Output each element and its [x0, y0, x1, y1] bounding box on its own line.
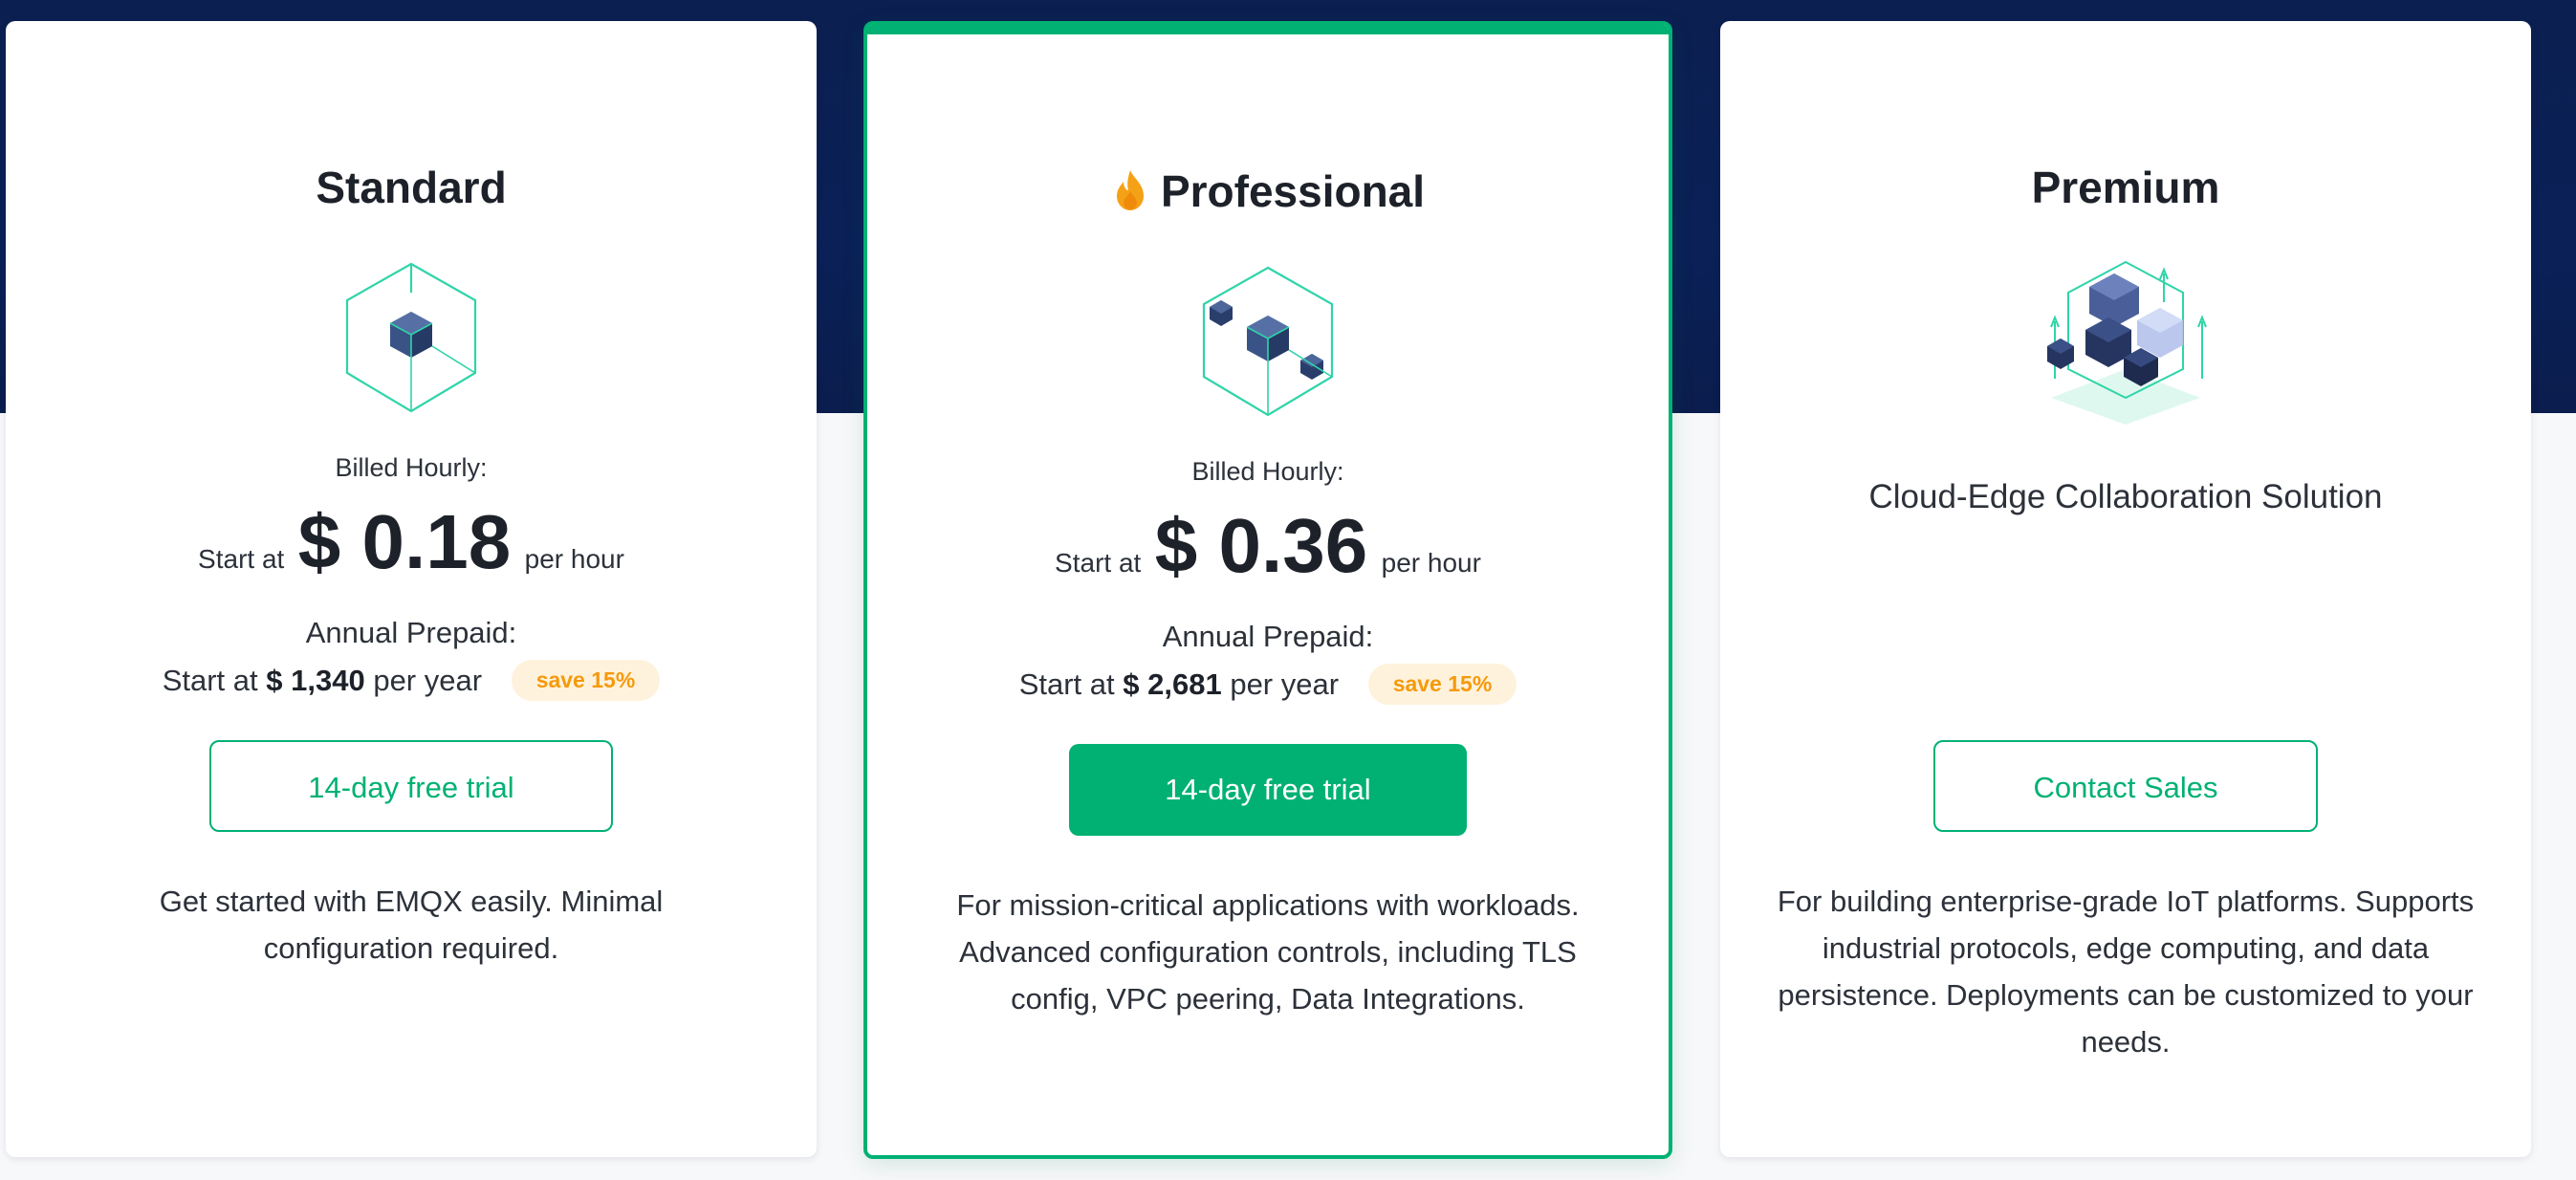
hourly-price: Start at $ 0.36 per hour: [867, 503, 1669, 611]
plan-description: For mission-critical applications with w…: [956, 888, 1580, 1016]
price-value: $ 0.18: [297, 499, 512, 584]
price-suffix: per hour: [1381, 548, 1481, 578]
plan-subtitle: Cloud-Edge Collaboration Solution: [1868, 478, 2383, 515]
plan-title: Premium: [2031, 163, 2220, 212]
annual-price-row: Start at $ 1,340 per year save 15%: [6, 660, 817, 701]
multi-cube-icon: [1196, 262, 1340, 429]
annual-price-row: Start at $ 2,681 per year save 15%: [867, 664, 1669, 705]
save-badge: save 15%: [511, 660, 661, 701]
price-value: $ 0.36: [1154, 503, 1368, 588]
plan-card-standard: Standard Billed Hourly: Start at $ 0.18 …: [6, 21, 817, 1157]
billing-label: Billed Hourly:: [1191, 457, 1344, 486]
plan-title: Standard: [316, 163, 507, 212]
hourly-price: Start at $ 0.18 per hour: [6, 499, 817, 607]
flame-icon: [1111, 168, 1149, 224]
annual-label: Annual Prepaid:: [1162, 620, 1374, 653]
annual-suffix: per year: [1230, 667, 1340, 701]
plan-description: Get started with EMQX easily. Minimal co…: [159, 885, 664, 965]
plan-title-text: Professional: [1160, 166, 1426, 216]
plan-title: Professional: [867, 164, 1669, 224]
single-cube-icon: [339, 258, 483, 426]
annual-price: $ 2,681: [1123, 667, 1222, 701]
annual-prefix: Start at: [1018, 667, 1115, 701]
contact-sales-button[interactable]: Contact Sales: [1933, 740, 2318, 832]
price-prefix: Start at: [198, 544, 285, 574]
price-suffix: per hour: [524, 544, 624, 574]
save-badge: save 15%: [1367, 664, 1517, 705]
plan-card-premium: Premium Cloud-Edge Collaboration Solutio…: [1720, 21, 2531, 1157]
plan-card-professional: Professional Billed Hourly: Start at $ 0…: [863, 21, 1672, 1159]
plan-description: For building enterprise-grade IoT platfo…: [1777, 885, 2475, 1059]
free-trial-button[interactable]: 14-day free trial: [1069, 744, 1467, 836]
free-trial-button[interactable]: 14-day free trial: [209, 740, 613, 832]
price-prefix: Start at: [1055, 548, 1142, 578]
highlight-bar: [867, 25, 1669, 34]
billing-label: Billed Hourly:: [335, 453, 488, 482]
annual-suffix: per year: [373, 664, 483, 697]
annual-price: $ 1,340: [266, 664, 365, 697]
cube-cluster-icon: [2040, 254, 2212, 431]
annual-label: Annual Prepaid:: [305, 616, 517, 649]
annual-prefix: Start at: [162, 664, 258, 697]
